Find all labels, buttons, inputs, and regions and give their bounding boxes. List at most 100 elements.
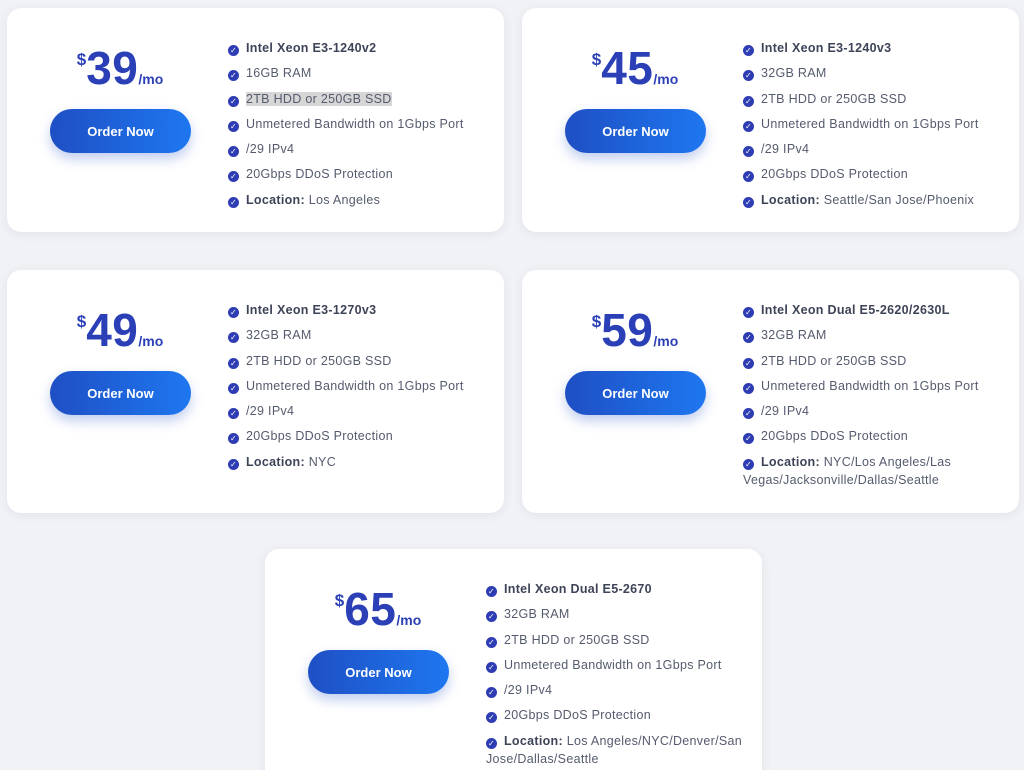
price-amount: 65 xyxy=(344,583,397,635)
order-now-button[interactable]: Order Now xyxy=(565,109,706,153)
feature-ip: ✓/29 IPv4 xyxy=(228,404,295,420)
plan-price: $45/mo xyxy=(564,42,706,94)
feature-storage: ✓ 2TB HDD or 250GB SSD xyxy=(486,632,650,648)
check-circle-icon: ✓ xyxy=(486,712,497,724)
check-circle-icon: ✓ xyxy=(743,458,754,470)
check-circle-icon: ✓ xyxy=(743,45,754,56)
feature-ip: ✓/29 IPv4 xyxy=(228,142,295,158)
check-circle-icon: ✓ xyxy=(743,120,754,132)
feature-location: ✓ Location: Los Angeles/NYC/Denver/San Jo… xyxy=(486,733,742,766)
feature-list: ✓ Intel Xeon E3-1240v3 ✓ 32GB RAM ✓ 2TB HDD… xyxy=(743,39,1005,216)
check-circle-icon: ✓ xyxy=(743,357,754,369)
feature-ram: ✓ 32GB RAM xyxy=(743,66,827,82)
price-period: /mo xyxy=(138,333,164,349)
selected-text: 2TB HDD or 250GB SSD xyxy=(246,91,392,106)
currency-symbol: $ xyxy=(591,50,602,69)
check-circle-icon: ✓ xyxy=(228,120,239,132)
price-period: /mo xyxy=(653,71,679,87)
feature-ddos: ✓ 20Gbps DDoS Protection xyxy=(228,167,393,183)
check-circle-icon: ✓ xyxy=(486,611,497,623)
price-amount: 49 xyxy=(86,304,139,356)
check-circle-icon: ✓ xyxy=(228,382,239,394)
feature-storage: ✓ 2TB HDD or 250GB SSD xyxy=(228,353,392,369)
check-circle-icon: ✓ xyxy=(486,636,497,648)
feature-storage: ✓ 2TB HDD or 250GB SSD xyxy=(228,90,490,108)
feature-list: ✓ Intel Xeon Dual E5-2620/2630L ✓ 32GB RAM… xyxy=(743,301,1005,496)
feature-cpu: ✓ Intel Xeon E3-1240v2 xyxy=(228,41,377,56)
check-circle-icon: ✓ xyxy=(228,45,239,56)
check-circle-icon: ✓ xyxy=(228,95,239,107)
feature-bandwidth: ✓ Unmetered Bandwidth on 1Gbps Port xyxy=(743,378,979,394)
feature-ip: ✓/29 IPv4 xyxy=(743,404,810,420)
check-circle-icon: ✓ xyxy=(743,95,754,107)
price-amount: 39 xyxy=(86,42,139,94)
price-amount: 45 xyxy=(601,42,654,94)
feature-location: ✓ Location: NYC/Los Angeles/Las Vegas/Jac… xyxy=(743,454,952,487)
order-now-button[interactable]: Order Now xyxy=(308,650,449,694)
currency-symbol: $ xyxy=(591,312,602,331)
currency-symbol: $ xyxy=(76,312,87,331)
price-period: /mo xyxy=(653,333,679,349)
order-now-button[interactable]: Order Now xyxy=(50,371,191,415)
feature-ddos: ✓ 20Gbps DDoS Protection xyxy=(228,429,393,445)
currency-symbol: $ xyxy=(334,591,345,610)
plan-card-65: $65/mo Order Now ✓ Intel Xeon Dual E5-267… xyxy=(265,549,762,770)
feature-cpu: ✓ Intel Xeon E3-1270v3 xyxy=(228,303,377,318)
price-period: /mo xyxy=(138,71,164,87)
price-amount: 59 xyxy=(601,304,654,356)
feature-ip: ✓/29 IPv4 xyxy=(743,142,810,158)
check-circle-icon: ✓ xyxy=(228,70,239,82)
feature-storage: ✓ 2TB HDD or 250GB SSD xyxy=(743,353,907,369)
check-circle-icon: ✓ xyxy=(228,408,239,420)
price-period: /mo xyxy=(396,612,422,628)
feature-list: ✓ Intel Xeon Dual E5-2670 ✓ 32GB RAM ✓ 2TB … xyxy=(486,580,748,770)
plan-price: $59/mo xyxy=(564,304,706,356)
order-now-button[interactable]: Order Now xyxy=(50,109,191,153)
check-circle-icon: ✓ xyxy=(228,307,239,318)
plan-price: $39/mo xyxy=(49,42,191,94)
currency-symbol: $ xyxy=(76,50,87,69)
feature-storage: ✓ 2TB HDD or 250GB SSD xyxy=(743,91,907,107)
check-circle-icon: ✓ xyxy=(228,196,239,208)
feature-bandwidth: ✓ Unmetered Bandwidth on 1Gbps Port xyxy=(228,116,464,132)
order-now-button[interactable]: Order Now xyxy=(565,371,706,415)
feature-ram: ✓ 32GB RAM xyxy=(743,328,827,344)
feature-bandwidth: ✓ Unmetered Bandwidth on 1Gbps Port xyxy=(228,378,464,394)
feature-bandwidth: ✓ Unmetered Bandwidth on 1Gbps Port xyxy=(743,116,979,132)
feature-cpu: ✓ Intel Xeon E3-1240v3 xyxy=(743,41,892,56)
check-circle-icon: ✓ xyxy=(743,146,754,158)
feature-ddos: ✓ 20Gbps DDoS Protection xyxy=(486,708,651,724)
check-circle-icon: ✓ xyxy=(486,586,497,597)
plan-price: $49/mo xyxy=(49,304,191,356)
feature-ddos: ✓ 20Gbps DDoS Protection xyxy=(743,167,908,183)
plan-card-45: $45/mo Order Now ✓ Intel Xeon E3-1240v3 ✓… xyxy=(522,8,1019,232)
check-circle-icon: ✓ xyxy=(228,433,239,445)
feature-ip: ✓/29 IPv4 xyxy=(486,683,553,699)
check-circle-icon: ✓ xyxy=(743,70,754,82)
feature-list: ✓ Intel Xeon E3-1270v3 ✓ 32GB RAM ✓ 2TB HDD… xyxy=(228,301,490,478)
check-circle-icon: ✓ xyxy=(743,307,754,318)
feature-ram: ✓ 32GB RAM xyxy=(228,328,312,344)
feature-ram: ✓ 16GB RAM xyxy=(228,66,312,82)
feature-location: ✓ Location: NYC xyxy=(228,454,337,470)
check-circle-icon: ✓ xyxy=(228,458,239,470)
plan-card-49: $49/mo Order Now ✓ Intel Xeon E3-1270v3 ✓… xyxy=(7,270,504,513)
check-circle-icon: ✓ xyxy=(743,196,754,208)
pricing-page: $39/mo Order Now ✓ Intel Xeon E3-1240v2 ✓… xyxy=(0,0,1024,770)
feature-ram: ✓ 32GB RAM xyxy=(486,607,570,623)
feature-cpu: ✓ Intel Xeon Dual E5-2620/2630L xyxy=(743,303,950,318)
feature-list: ✓ Intel Xeon E3-1240v2 ✓ 16GB RAM ✓ 2TB HDD… xyxy=(228,39,490,216)
plan-price: $65/mo xyxy=(307,583,449,635)
feature-location: ✓ Location: Los Angeles xyxy=(228,192,381,208)
plan-card-39: $39/mo Order Now ✓ Intel Xeon E3-1240v2 ✓… xyxy=(7,8,504,232)
check-circle-icon: ✓ xyxy=(486,687,497,699)
check-circle-icon: ✓ xyxy=(228,357,239,369)
check-circle-icon: ✓ xyxy=(743,433,754,445)
feature-ddos: ✓ 20Gbps DDoS Protection xyxy=(743,429,908,445)
check-circle-icon: ✓ xyxy=(486,661,497,673)
feature-bandwidth: ✓ Unmetered Bandwidth on 1Gbps Port xyxy=(486,657,722,673)
check-circle-icon: ✓ xyxy=(228,171,239,183)
feature-location: ✓ Location: Seattle/San Jose/Phoenix xyxy=(743,192,975,208)
feature-cpu: ✓ Intel Xeon Dual E5-2670 xyxy=(486,582,652,597)
check-circle-icon: ✓ xyxy=(743,408,754,420)
